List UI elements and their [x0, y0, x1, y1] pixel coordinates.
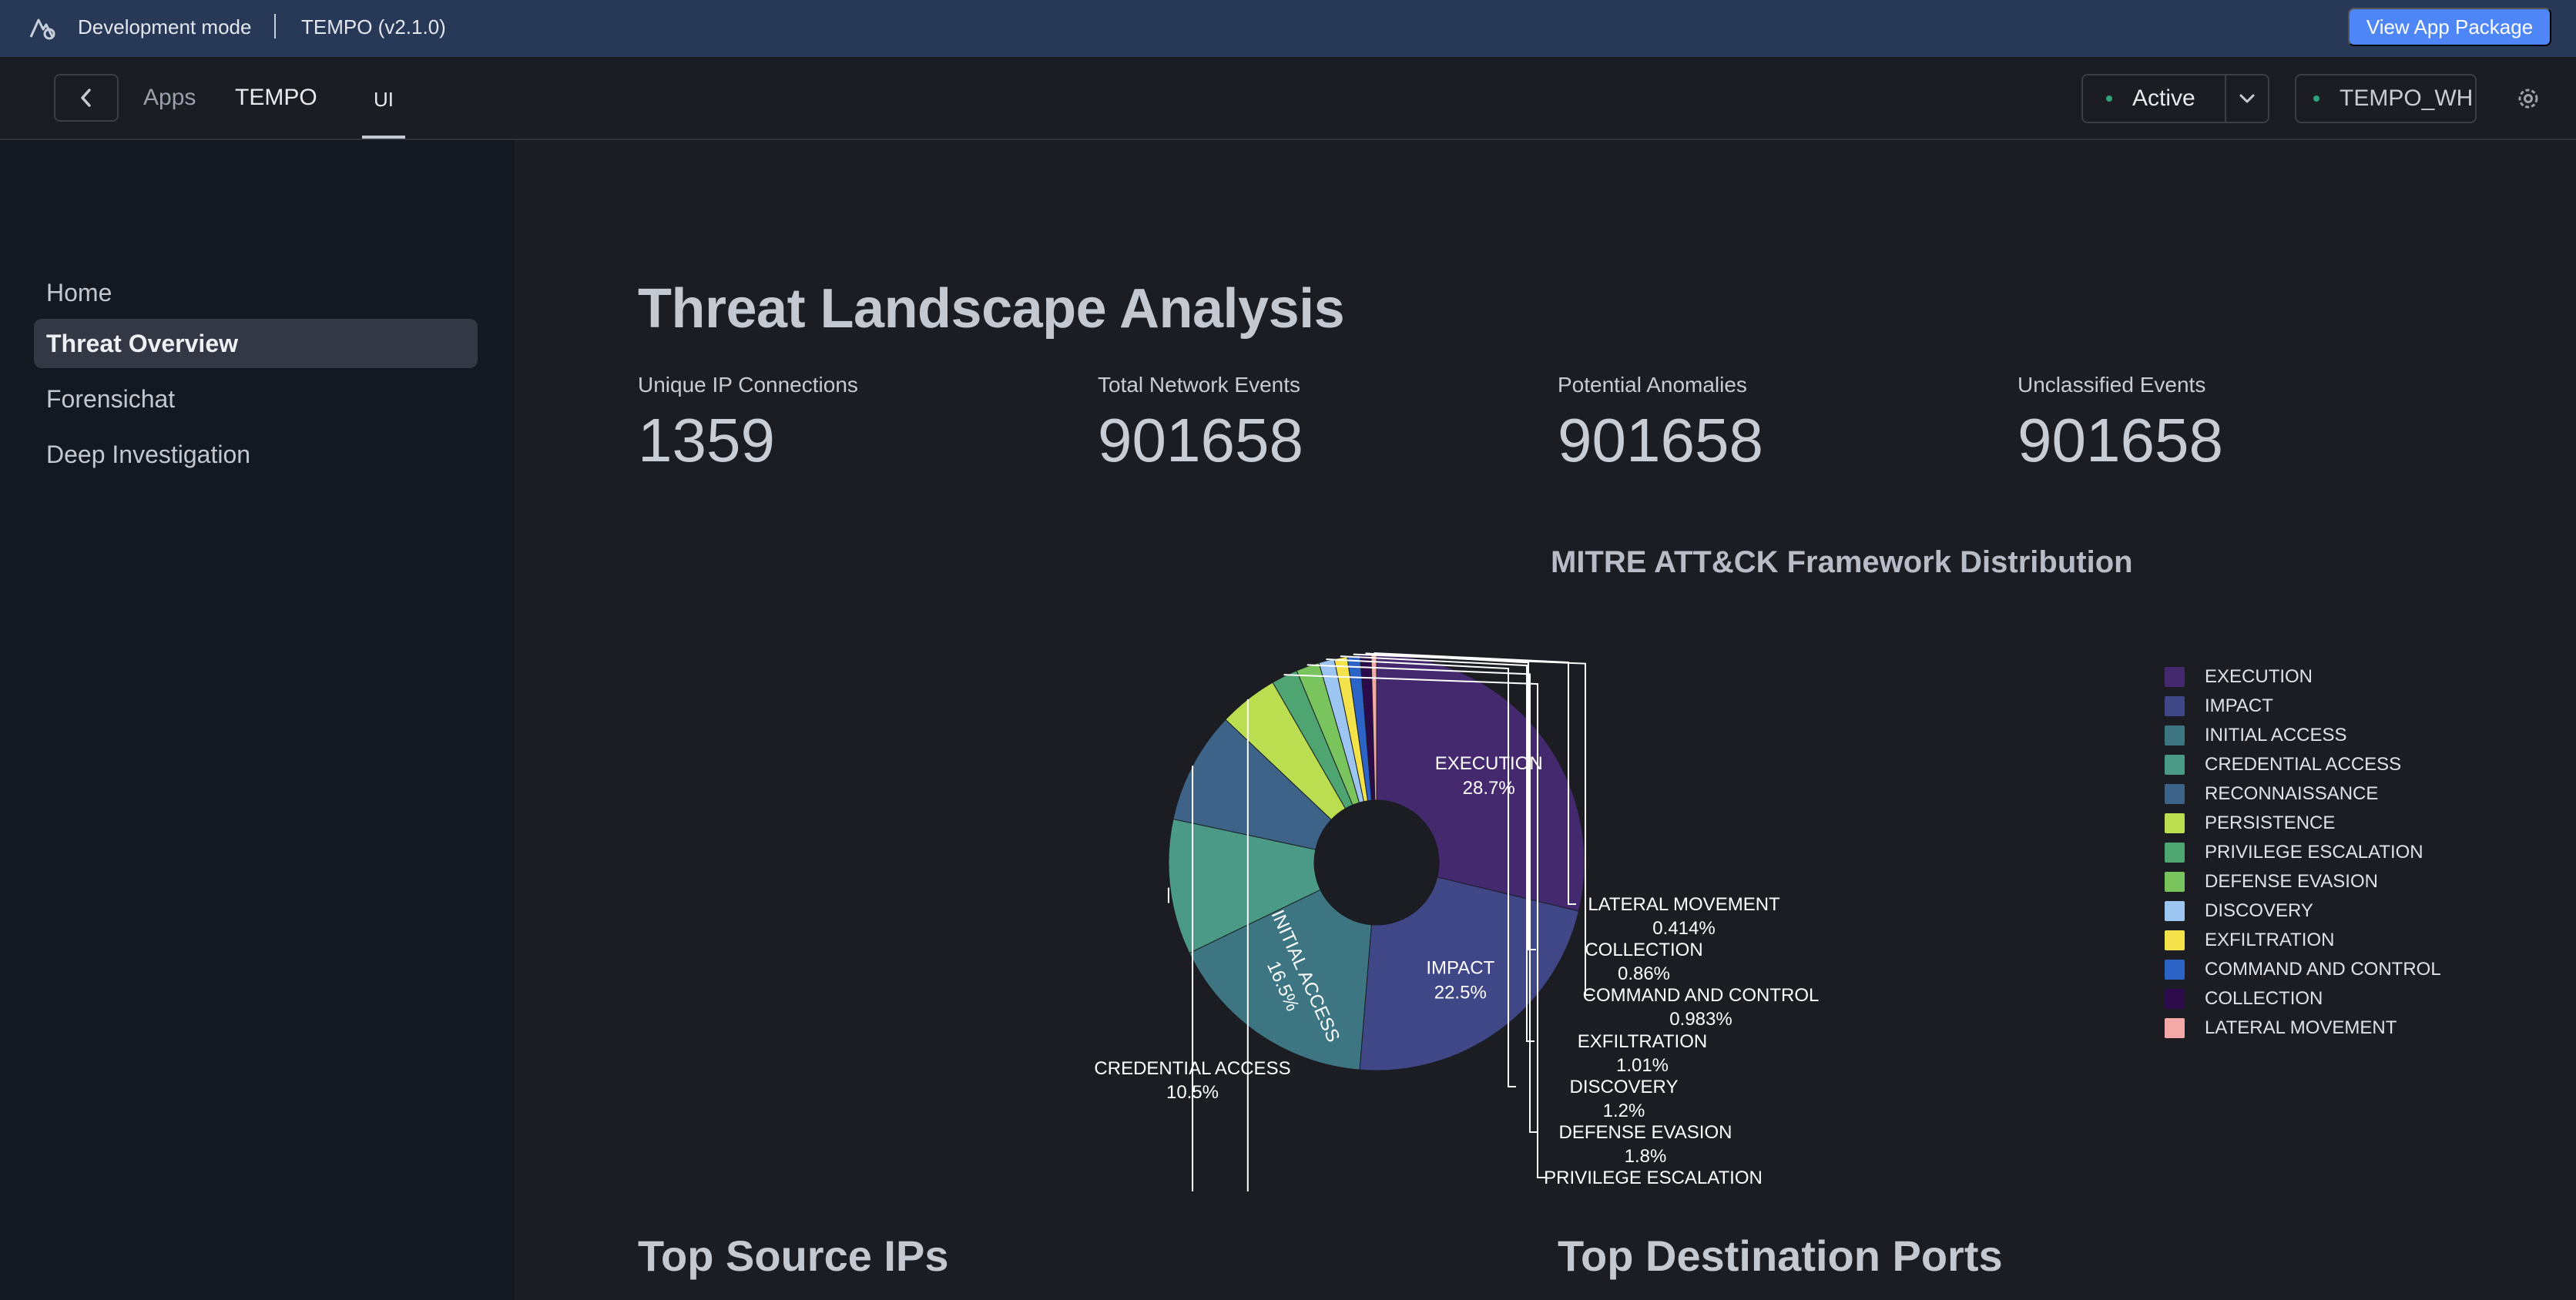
slice-label-name: EXFILTRATION — [1578, 1031, 1707, 1052]
legend-item-execution[interactable]: EXECUTION — [2165, 662, 2519, 692]
chevron-down-icon — [2239, 94, 2255, 103]
legend-swatch — [2165, 667, 2185, 687]
legend-label: DISCOVERY — [2205, 900, 2313, 921]
legend-swatch — [2165, 784, 2185, 804]
legend-swatch — [2165, 755, 2185, 775]
legend-item-exfiltration[interactable]: EXFILTRATION — [2165, 926, 2519, 955]
legend-item-persistence[interactable]: PERSISTENCE — [2165, 809, 2519, 838]
section-title-dest-ports: Top Destination Ports — [1558, 1231, 2003, 1280]
legend-swatch — [2165, 813, 2185, 833]
slice-label-value: 1.8% — [1625, 1146, 1667, 1167]
legend-item-collection[interactable]: COLLECTION — [2165, 984, 2519, 1014]
dev-mode-label: Development mode — [78, 15, 252, 39]
sidebar-item-threat-overview[interactable]: Threat Overview — [34, 319, 478, 368]
sidebar-item-forensichat[interactable]: Forensichat — [34, 374, 478, 424]
legend-swatch — [2165, 989, 2185, 1009]
slice-label-name: DISCOVERY — [1570, 1077, 1679, 1097]
main-content: Threat Landscape Analysis Unique IP Conn… — [515, 140, 2576, 1300]
slice-label-value: 28.7% — [1463, 778, 1515, 799]
app-header: Apps TEMPO UI Active TEMPO_WH — [0, 57, 2576, 140]
sidebar-item-deep-investigation[interactable]: Deep Investigation — [34, 430, 478, 479]
status-button[interactable]: Active — [2083, 75, 2225, 122]
app-version-label: TEMPO (v2.1.0) — [301, 15, 446, 39]
dev-mode-bar: Development mode TEMPO (v2.1.0) View App… — [0, 0, 2576, 57]
app-logo-icon — [29, 18, 55, 40]
legend-label: CREDENTIAL ACCESS — [2205, 754, 2402, 775]
slice-label-value: 1.01% — [1616, 1055, 1669, 1076]
chevron-left-icon — [81, 89, 91, 107]
slice-label-value: 0.983% — [1669, 1009, 1732, 1030]
legend-label: EXECUTION — [2205, 666, 2313, 687]
legend-swatch — [2165, 960, 2185, 980]
active-tab-indicator — [362, 136, 405, 139]
slice-label-value: 22.5% — [1434, 982, 1487, 1003]
legend-item-command-and-control[interactable]: COMMAND AND CONTROL — [2165, 955, 2519, 984]
chart-legend: EXECUTION IMPACT INITIAL ACCESS CREDENTIAL … — [2165, 662, 2519, 1043]
legend-item-privilege-escalation[interactable]: PRIVILEGE ESCALATION — [2165, 838, 2519, 867]
legend-item-discovery[interactable]: DISCOVERY — [2165, 896, 2519, 926]
legend-label: PERSISTENCE — [2205, 812, 2336, 833]
slice-label-value: 0.86% — [1618, 963, 1670, 984]
slice-label-value: 0.414% — [1652, 918, 1715, 939]
legend-swatch — [2165, 901, 2185, 921]
legend-label: IMPACT — [2205, 695, 2273, 716]
breadcrumb-apps[interactable]: Apps — [143, 85, 196, 111]
warehouse-dot-icon — [2313, 95, 2319, 102]
tab-ui[interactable]: UI — [362, 88, 405, 112]
slice-label-name: COMMAND AND CONTROL — [1583, 985, 1820, 1006]
gear-icon[interactable] — [2514, 85, 2542, 112]
slice-label-name: DEFENSE EVASION — [1559, 1122, 1732, 1143]
status-caret-button[interactable] — [2225, 75, 2268, 122]
slice-label-value: 1.2% — [1603, 1101, 1645, 1121]
legend-label: COLLECTION — [2205, 988, 2323, 1009]
legend-swatch — [2165, 930, 2185, 950]
legend-label: DEFENSE EVASION — [2205, 871, 2378, 892]
slice-label-name: PRIVILEGE ESCALATION — [1544, 1168, 1763, 1188]
legend-item-reconnaissance[interactable]: RECONNAISSANCE — [2165, 779, 2519, 809]
section-title-source-ips: Top Source IPs — [638, 1231, 949, 1280]
legend-label: COMMAND AND CONTROL — [2205, 959, 2441, 980]
status-dropdown[interactable]: Active — [2081, 74, 2269, 123]
legend-label: LATERAL MOVEMENT — [2205, 1017, 2397, 1038]
slice-label-name: LATERAL MOVEMENT — [1588, 894, 1780, 915]
legend-swatch — [2165, 843, 2185, 863]
view-app-package-button[interactable]: View App Package — [2348, 8, 2551, 46]
legend-item-impact[interactable]: IMPACT — [2165, 692, 2519, 721]
warehouse-selector[interactable]: TEMPO_WH — [2295, 74, 2477, 123]
warehouse-label: TEMPO_WH — [2340, 85, 2474, 111]
legend-swatch — [2165, 696, 2185, 716]
legend-label: INITIAL ACCESS — [2205, 725, 2347, 745]
legend-item-lateral-movement[interactable]: LATERAL MOVEMENT — [2165, 1014, 2519, 1043]
legend-label: EXFILTRATION — [2205, 930, 2335, 950]
legend-swatch — [2165, 1018, 2185, 1038]
legend-label: RECONNAISSANCE — [2205, 783, 2379, 804]
legend-item-initial-access[interactable]: INITIAL ACCESS — [2165, 721, 2519, 750]
status-label: Active — [2132, 85, 2195, 111]
legend-item-defense-evasion[interactable]: DEFENSE EVASION — [2165, 867, 2519, 896]
slice-label-name: IMPACT — [1426, 957, 1494, 978]
sidebar-item-home[interactable]: Home — [34, 268, 478, 317]
sidebar: Home Threat Overview Forensichat Deep In… — [0, 140, 515, 1300]
status-dot-icon — [2106, 95, 2112, 102]
slice-label-name: COLLECTION — [1585, 940, 1702, 960]
back-button[interactable] — [54, 74, 119, 122]
legend-item-credential-access[interactable]: CREDENTIAL ACCESS — [2165, 750, 2519, 779]
legend-swatch — [2165, 725, 2185, 745]
legend-label: PRIVILEGE ESCALATION — [2205, 842, 2423, 863]
legend-swatch — [2165, 872, 2185, 892]
breadcrumb-app[interactable]: TEMPO — [235, 85, 317, 111]
divider — [274, 14, 276, 39]
